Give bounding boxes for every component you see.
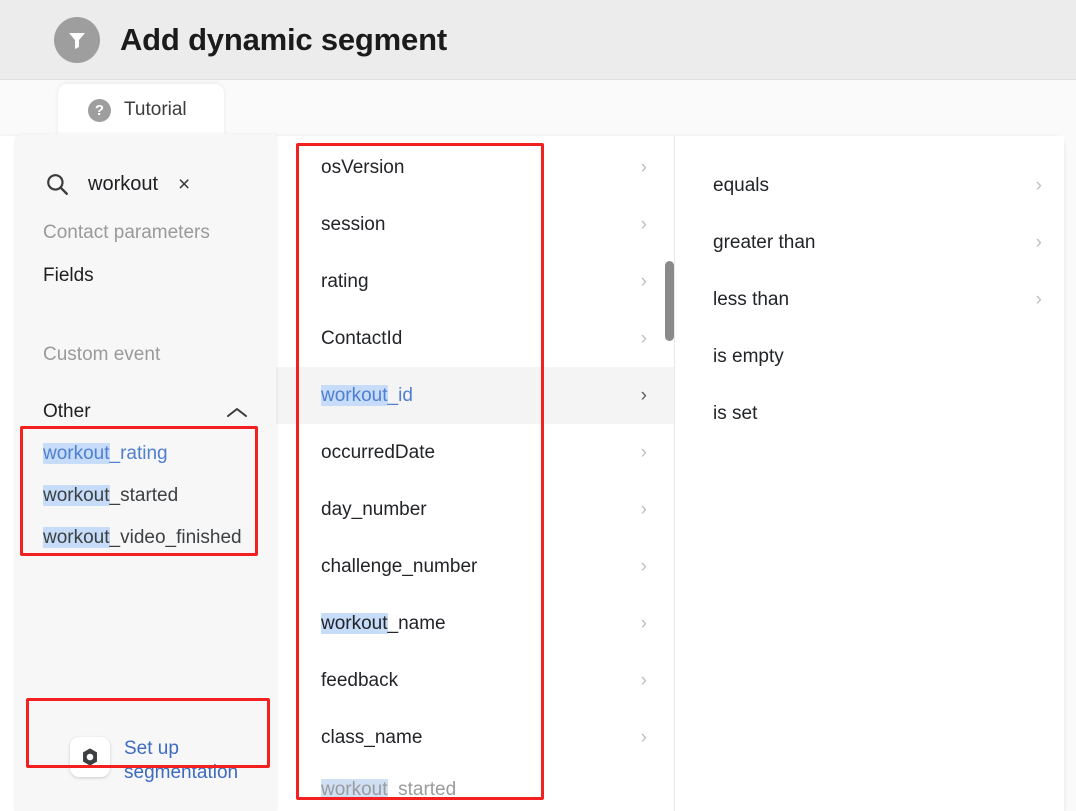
- sidebar-item-workout-video-finished[interactable]: workout_video_finished: [43, 527, 242, 549]
- list-item[interactable]: rating ›: [276, 253, 674, 310]
- search-rest: _started: [387, 778, 457, 800]
- sidebar-item-workout-rating[interactable]: workout_rating: [43, 443, 168, 465]
- search-match: workout: [321, 384, 388, 406]
- chevron-right-icon: ›: [640, 555, 647, 577]
- search-match: workout: [321, 612, 388, 634]
- operator-list-column: equals › greater than › less than › is e…: [676, 136, 1064, 811]
- group-other[interactable]: Other: [14, 398, 276, 426]
- list-item-label: rating: [321, 270, 369, 292]
- field-list-scrollbar-track[interactable]: [663, 136, 675, 811]
- chevron-right-icon: ›: [640, 669, 647, 691]
- search-rest: _id: [387, 384, 413, 406]
- operator-item[interactable]: equals ›: [676, 157, 1064, 214]
- list-item[interactable]: session ›: [276, 196, 674, 253]
- chevron-right-icon: ›: [1035, 174, 1042, 196]
- chevron-right-icon: ›: [1035, 288, 1042, 310]
- operator-item[interactable]: less than ›: [676, 271, 1064, 328]
- setup-line2: segmentation: [124, 762, 239, 783]
- field-list-column: osVersion › session › rating › ContactId…: [276, 136, 675, 811]
- close-icon[interactable]: ×: [178, 174, 190, 195]
- list-item[interactable]: ContactId ›: [276, 310, 674, 367]
- tab-tutorial-label: Tutorial: [124, 99, 187, 120]
- operator-item[interactable]: greater than ›: [676, 214, 1064, 271]
- search-input[interactable]: workout: [88, 173, 158, 196]
- sidebar-item-fields[interactable]: Fields: [43, 265, 94, 287]
- tab-tutorial[interactable]: ? Tutorial: [58, 84, 224, 136]
- help-circle-icon: ?: [88, 98, 111, 122]
- list-item-label: workout_name: [321, 612, 446, 635]
- list-item-label: osVersion: [321, 156, 405, 178]
- search-row[interactable]: workout ×: [14, 164, 276, 204]
- chevron-right-icon: ›: [1035, 231, 1042, 253]
- group-custom-event: Custom event: [43, 344, 161, 365]
- group-contact-parameters: Contact parameters: [43, 222, 210, 243]
- list-item[interactable]: challenge_number ›: [276, 538, 674, 595]
- list-item[interactable]: class_name ›: [276, 709, 674, 766]
- setup-segmentation-link[interactable]: Set up segmentation: [70, 737, 238, 785]
- search-match: workout: [43, 527, 110, 548]
- chevron-right-icon: ›: [640, 213, 647, 235]
- list-item[interactable]: workout_name ›: [276, 595, 674, 652]
- sidebar-item-workout-started[interactable]: workout_started: [43, 485, 178, 507]
- funnel-icon: [54, 16, 100, 63]
- list-item-label: workout_id: [321, 384, 413, 407]
- search-icon: [44, 171, 70, 197]
- list-item-label: challenge_number: [321, 555, 478, 577]
- list-item-label: class_name: [321, 726, 423, 748]
- parameter-sidebar: workout × Contact parameters Fields Cust…: [14, 134, 276, 811]
- screen-root: Add dynamic segment ? Tutorial osVersion…: [0, 0, 1076, 811]
- operator-label: less than: [713, 288, 790, 310]
- chevron-right-icon: ›: [640, 726, 647, 748]
- operator-label: is empty: [713, 345, 784, 367]
- group-other-label: Other: [43, 401, 91, 422]
- operator-item[interactable]: is set: [676, 385, 1064, 442]
- chevron-right-icon: ›: [640, 612, 647, 634]
- list-item-label: day_number: [321, 498, 427, 520]
- tab-strip: ? Tutorial: [0, 81, 1076, 136]
- chevron-up-icon: [226, 406, 248, 419]
- list-item-selected[interactable]: workout_id ›: [276, 367, 674, 424]
- list-item[interactable]: osVersion ›: [276, 139, 674, 196]
- search-rest: _video_finished: [109, 527, 242, 548]
- search-rest: _name: [387, 612, 446, 634]
- operator-label: is set: [713, 402, 758, 424]
- list-item-label: occurredDate: [321, 441, 436, 463]
- operator-label: greater than: [713, 231, 816, 253]
- list-item-label: session: [321, 213, 386, 235]
- chevron-right-icon: ›: [640, 498, 647, 520]
- setup-segmentation-label: Set up segmentation: [124, 737, 238, 785]
- search-match: workout: [43, 443, 110, 464]
- chevron-right-icon: ›: [640, 156, 647, 178]
- page-title: Add dynamic segment: [120, 21, 447, 57]
- search-rest: _started: [109, 485, 179, 506]
- list-item-label: workout_started: [321, 778, 457, 801]
- list-item[interactable]: workout_started: [276, 761, 674, 811]
- gear-icon: [70, 737, 110, 777]
- field-list-scrollbar-thumb[interactable]: [665, 261, 674, 341]
- list-item-label: ContactId: [321, 327, 403, 349]
- setup-line1: Set up: [124, 738, 179, 759]
- operator-label: equals: [713, 174, 769, 196]
- list-item[interactable]: day_number ›: [276, 481, 674, 538]
- page-header: Add dynamic segment: [0, 0, 1076, 80]
- list-item[interactable]: occurredDate ›: [276, 424, 674, 481]
- search-match: workout: [43, 485, 110, 506]
- chevron-right-icon: ›: [640, 327, 647, 349]
- chevron-right-icon: ›: [640, 384, 647, 406]
- chevron-right-icon: ›: [640, 270, 647, 292]
- operator-item[interactable]: is empty: [676, 328, 1064, 385]
- list-item-label: feedback: [321, 669, 399, 691]
- search-rest: _rating: [109, 443, 168, 464]
- search-match: workout: [321, 778, 388, 800]
- list-item[interactable]: feedback ›: [276, 652, 674, 709]
- chevron-right-icon: ›: [640, 441, 647, 463]
